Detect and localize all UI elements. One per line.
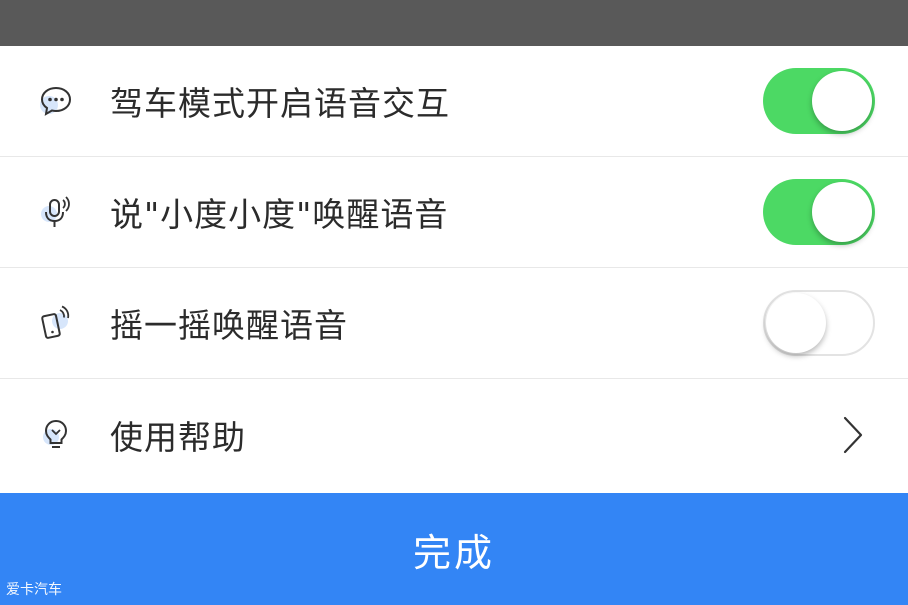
top-overlay-bar	[0, 0, 908, 46]
chevron-right-icon[interactable]	[842, 415, 864, 455]
wake-word-toggle[interactable]	[763, 179, 875, 245]
lightbulb-icon	[38, 417, 74, 453]
setting-label: 驾车模式开启语音交互	[110, 84, 450, 123]
microphone-icon	[38, 194, 74, 230]
voice-settings-screen: 驾车模式开启语音交互 说"小度小度"唤醒语音 摇一摇唤醒语音 使用帮助 完成 爱…	[0, 0, 908, 605]
done-button[interactable]: 完成	[0, 493, 908, 605]
setting-row-driving-voice: 驾车模式开启语音交互	[0, 46, 908, 157]
toggle-knob	[812, 182, 872, 242]
toggle-knob	[766, 293, 826, 353]
driving-voice-toggle[interactable]	[763, 68, 875, 134]
watermark: 爱卡汽车	[6, 582, 62, 598]
shake-phone-icon	[38, 305, 74, 341]
settings-list: 驾车模式开启语音交互 说"小度小度"唤醒语音 摇一摇唤醒语音 使用帮助	[0, 46, 908, 491]
chat-bubble-icon	[38, 83, 74, 119]
setting-label: 说"小度小度"唤醒语音	[110, 195, 449, 234]
toggle-knob	[812, 71, 872, 131]
shake-wake-toggle[interactable]	[763, 290, 875, 356]
setting-row-shake-wake: 摇一摇唤醒语音	[0, 268, 908, 379]
setting-row-help[interactable]: 使用帮助	[0, 379, 908, 491]
setting-label: 摇一摇唤醒语音	[110, 306, 348, 345]
setting-row-wake-word: 说"小度小度"唤醒语音	[0, 157, 908, 268]
setting-label: 使用帮助	[110, 418, 246, 457]
